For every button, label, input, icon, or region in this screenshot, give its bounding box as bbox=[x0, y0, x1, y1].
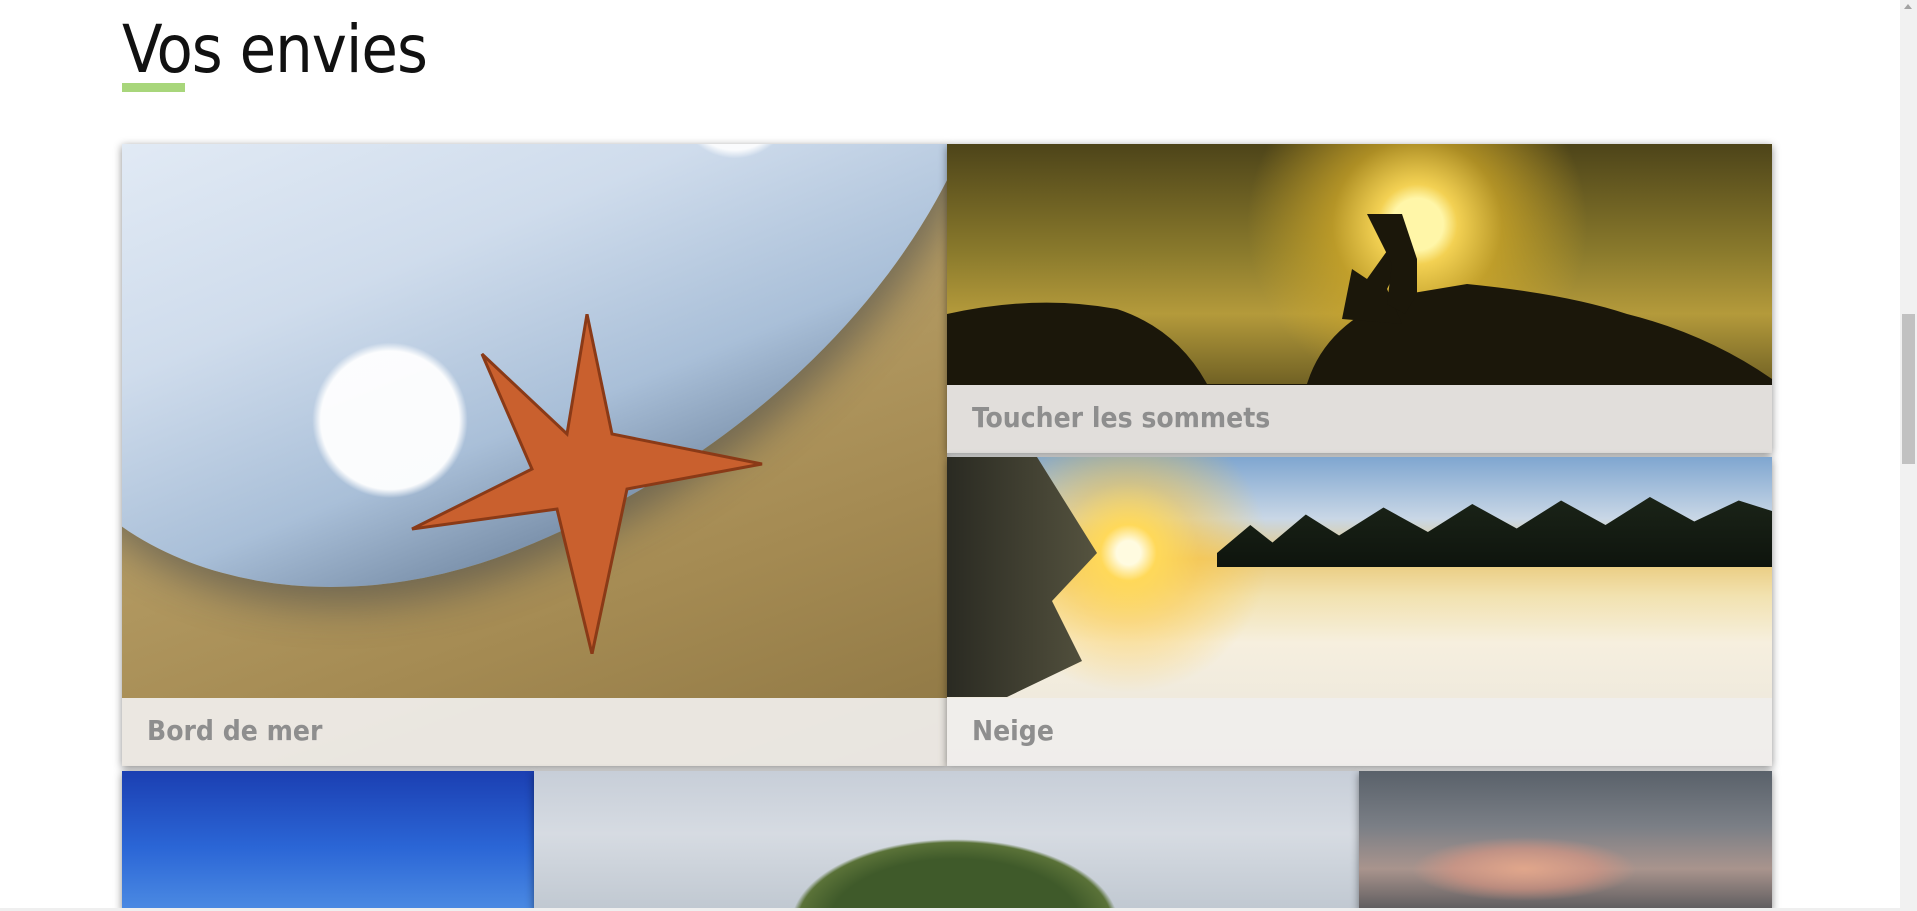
tile-caption: Bord de mer bbox=[122, 698, 947, 766]
tile-blue-sky[interactable] bbox=[122, 771, 534, 911]
tile-neige[interactable]: Neige bbox=[947, 457, 1772, 766]
vertical-scrollbar[interactable] bbox=[1900, 0, 1917, 911]
tile-caption-label: Toucher les sommets bbox=[972, 401, 1271, 434]
title-underline bbox=[122, 83, 185, 92]
tile-clouds[interactable] bbox=[1359, 771, 1772, 911]
cloudy-sky-image bbox=[1359, 771, 1772, 911]
tile-toucher-les-sommets[interactable]: Toucher les sommets bbox=[947, 144, 1772, 453]
starfish-beach-image bbox=[122, 144, 947, 766]
tile-bord-de-mer[interactable]: Bord de mer bbox=[122, 144, 947, 766]
page: Vos envies Bord de mer Toucher les somme… bbox=[0, 0, 1917, 911]
starfish-shape bbox=[411, 314, 763, 654]
tile-caption-label: Bord de mer bbox=[147, 714, 323, 747]
scroll-thumb[interactable] bbox=[1902, 314, 1915, 464]
wishes-grid: Bord de mer Toucher les sommets Neige bbox=[122, 144, 1772, 911]
tile-caption: Toucher les sommets bbox=[947, 385, 1772, 453]
forest-silhouette bbox=[1217, 497, 1772, 567]
tile-caption-label: Neige bbox=[972, 714, 1054, 747]
section-title: Vos envies bbox=[122, 11, 428, 88]
blue-sky-image bbox=[122, 771, 534, 911]
tile-tree[interactable] bbox=[534, 771, 1359, 911]
tree-image bbox=[534, 771, 1359, 911]
tile-caption: Neige bbox=[947, 698, 1772, 766]
scroll-up-arrow-icon[interactable] bbox=[1904, 4, 1912, 9]
snowy-tree bbox=[947, 457, 1097, 697]
